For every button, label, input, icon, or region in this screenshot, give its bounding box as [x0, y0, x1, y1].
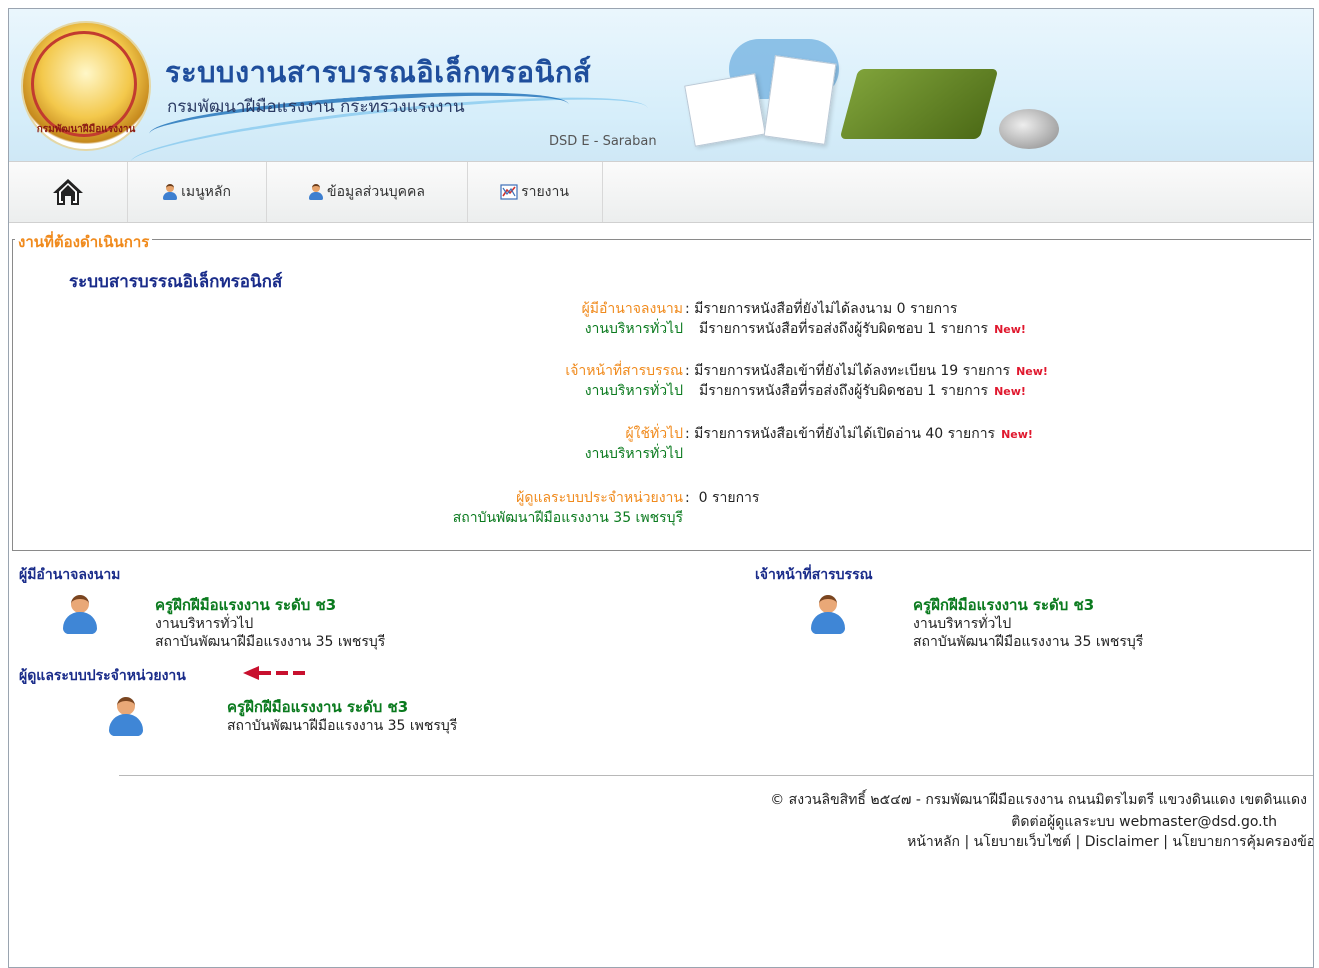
- task-role-label[interactable]: ผู้ดูแลระบบประจำหน่วยงาน: [516, 487, 683, 509]
- nav-personal-info[interactable]: ข้อมูลส่วนบุคคล: [266, 162, 468, 222]
- footer-separator: |: [964, 834, 970, 850]
- admin-card: ครูฝึกฝีมือแรงงาน ระดับ ช3 สถาบันพัฒนาฝี…: [107, 695, 547, 739]
- site-tag: DSD E - Saraban: [549, 134, 657, 149]
- banner-illustration: [669, 19, 1089, 159]
- signer-heading: ผู้มีอำนาจลงนาม: [19, 567, 121, 583]
- mouse-icon: [999, 109, 1059, 149]
- new-badge: New!: [1016, 365, 1048, 378]
- site-title: ระบบงานสารบรรณอิเล็กทรอนิกส์: [165, 55, 592, 89]
- footer-links: หน้าหลัก | นโยบายเว็บไซต์ | Disclaimer |…: [907, 831, 1313, 853]
- footer-link-website-policy[interactable]: นโยบายเว็บไซต์: [974, 834, 1071, 850]
- task-message-text[interactable]: มีรายการหนังสือที่รอส่งถึงผู้รับผิดชอบ 1…: [699, 383, 988, 399]
- pending-tasks-legend: งานที่ต้องดำเนินการ: [15, 230, 153, 254]
- signer-org: สถาบันพัฒนาฝีมือแรงงาน 35 เพชรบุรี: [155, 634, 386, 650]
- task-role-label[interactable]: ผู้มีอำนาจลงนาม: [582, 298, 683, 320]
- nav-report[interactable]: รายงาน: [467, 162, 603, 222]
- admin-org: สถาบันพัฒนาฝีมือแรงงาน 35 เพชรบุรี: [227, 718, 458, 734]
- department-logo: กรมพัฒนาฝีมือแรงงาน: [21, 21, 151, 151]
- header-banner: กรมพัฒนาฝีมือแรงงาน ระบบงานสารบรรณอิเล็ก…: [9, 9, 1313, 161]
- task-message-text[interactable]: มีรายการหนังสือที่รอส่งถึงผู้รับผิดชอบ 1…: [699, 321, 988, 337]
- document-stack-icon: [763, 55, 837, 145]
- task-group-admin-messages: : 0 รายการ: [685, 487, 1285, 527]
- clerk-org: สถาบันพัฒนาฝีมือแรงงาน 35 เพชรบุรี: [913, 634, 1144, 650]
- nav-main-menu[interactable]: เมนูหลัก: [127, 162, 267, 222]
- report-chart-icon: [500, 184, 518, 200]
- task-message: มีรายการหนังสือที่รอส่งถึงผู้รับผิดชอบ 1…: [699, 318, 1026, 340]
- logo-text: กรมพัฒนาฝีมือแรงงาน: [36, 124, 136, 135]
- task-message: : 0 รายการ: [685, 490, 760, 506]
- nav-report-label: รายงาน: [521, 184, 569, 200]
- avatar-icon: [61, 595, 99, 635]
- task-message-text[interactable]: มีรายการหนังสือเข้าที่ยังไม่ได้ลงทะเบียน…: [694, 363, 1010, 379]
- clerk-card: ครูฝึกฝีมือแรงงาน ระดับ ช3 งานบริหารทั่ว…: [809, 593, 1229, 653]
- red-arrow-icon: [243, 666, 305, 680]
- footer-link-disclaimer[interactable]: Disclaimer: [1085, 834, 1159, 850]
- clerk-heading: เจ้าหน้าที่สารบรรณ: [755, 567, 873, 583]
- footer-contact: ติดต่อผู้ดูแลระบบ webmaster@dsd.go.th: [1011, 814, 1277, 830]
- footer-copyright: © สงวนลิขสิทธิ์ ๒๕๔๗ - กรมพัฒนาฝีมือแรงง…: [770, 792, 1307, 808]
- task-group-admin-labels: ผู้ดูแลระบบประจำหน่วยงาน สถาบันพัฒนาฝีมื…: [13, 487, 683, 527]
- signer-card: ครูฝึกฝีมือแรงงาน ระดับ ช3 งานบริหารทั่ว…: [61, 593, 481, 653]
- pending-tasks-panel: งานที่ต้องดำเนินการ ระบบสารบรรณอิเล็กทรอ…: [12, 230, 1311, 551]
- page-frame: กรมพัฒนาฝีมือแรงงาน ระบบงานสารบรรณอิเล็ก…: [8, 8, 1314, 968]
- footer-separator: |: [1163, 834, 1168, 850]
- new-badge: New!: [1001, 428, 1033, 441]
- task-group-clerk-messages: : มีรายการหนังสือเข้าที่ยังไม่ได้ลงทะเบี…: [685, 360, 1285, 400]
- new-badge: New!: [994, 385, 1026, 398]
- nav-personal-info-label: ข้อมูลส่วนบุคคล: [327, 184, 425, 200]
- task-message: : มีรายการหนังสือที่ยังไม่ได้ลงนาม 0 ราย…: [685, 301, 958, 317]
- task-message-text[interactable]: มีรายการหนังสือเข้าที่ยังไม่ได้เปิดอ่าน …: [694, 426, 995, 442]
- nav-home[interactable]: [9, 162, 128, 222]
- task-group-clerk-labels: เจ้าหน้าที่สารบรรณ งานบริหารทั่วไป: [13, 360, 683, 400]
- task-message: : มีรายการหนังสือเข้าที่ยังไม่ได้เปิดอ่า…: [685, 426, 1033, 442]
- footer-separator: |: [1075, 834, 1081, 850]
- nav-main-menu-label: เมนูหลัก: [181, 184, 231, 200]
- footer-link-privacy-policy[interactable]: นโยบายการคุ้มครองข้อมูล: [1172, 834, 1313, 850]
- task-message: : มีรายการหนังสือเข้าที่ยังไม่ได้ลงทะเบี…: [685, 363, 1048, 379]
- user-icon: [308, 184, 324, 200]
- document-icon: [684, 73, 766, 147]
- task-unit-label: งานบริหารทั่วไป: [584, 383, 683, 399]
- task-unit-label: งานบริหารทั่วไป: [584, 446, 683, 462]
- admin-heading: ผู้ดูแลระบบประจำหน่วยงาน: [19, 668, 186, 684]
- task-message-text[interactable]: มีรายการหนังสือที่ยังไม่ได้ลงนาม 0 รายกา…: [694, 301, 957, 317]
- home-icon: [53, 179, 83, 205]
- footer-link-home[interactable]: หน้าหลัก: [907, 834, 960, 850]
- user-icon: [162, 184, 178, 200]
- task-unit-label: งานบริหารทั่วไป: [584, 321, 683, 337]
- task-role-label[interactable]: ผู้ใช้ทั่วไป: [625, 423, 683, 445]
- task-unit-label: สถาบันพัฒนาฝีมือแรงงาน 35 เพชรบุรี: [452, 510, 683, 526]
- task-role-label[interactable]: เจ้าหน้าที่สารบรรณ: [565, 360, 683, 382]
- site-subtitle: กรมพัฒนาฝีมือแรงงาน กระทรวงแรงงาน: [167, 97, 465, 117]
- task-group-user-labels: ผู้ใช้ทั่วไป งานบริหารทั่วไป: [13, 423, 683, 463]
- new-badge: New!: [994, 323, 1026, 336]
- footer-divider: [119, 775, 1313, 776]
- task-message: มีรายการหนังสือที่รอส่งถึงผู้รับผิดชอบ 1…: [699, 380, 1026, 402]
- main-navbar: เมนูหลัก ข้อมูลส่วนบุคคล รายงาน: [9, 161, 1313, 223]
- system-title: ระบบสารบรรณอิเล็กทรอนิกส์: [69, 272, 283, 292]
- task-group-user-messages: : มีรายการหนังสือเข้าที่ยังไม่ได้เปิดอ่า…: [685, 423, 1285, 463]
- avatar-icon: [809, 595, 847, 635]
- task-message-text[interactable]: 0 รายการ: [699, 490, 760, 506]
- avatar-icon: [107, 697, 145, 737]
- binder-icon: [839, 69, 999, 139]
- task-group-signer-labels: ผู้มีอำนาจลงนาม งานบริหารทั่วไป: [13, 298, 683, 338]
- task-group-signer-messages: : มีรายการหนังสือที่ยังไม่ได้ลงนาม 0 ราย…: [685, 298, 1285, 338]
